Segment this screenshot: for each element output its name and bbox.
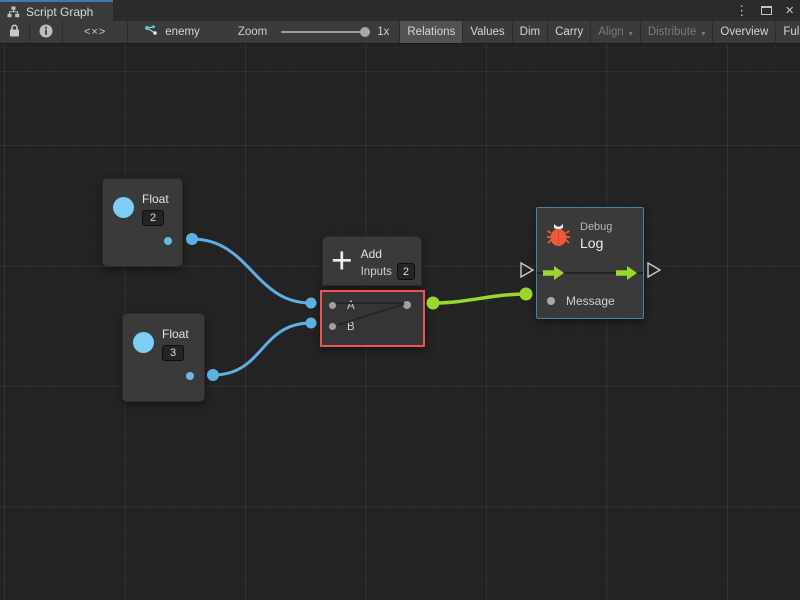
full-screen-button[interactable]: Full Screen (776, 21, 800, 43)
graph-name: enemy (165, 26, 200, 38)
align-button[interactable]: Align ▾ (591, 21, 641, 43)
flow-out-triangle-icon[interactable] (648, 263, 660, 277)
zoom-value: 1x (377, 26, 389, 38)
node-category: Debug (580, 221, 612, 233)
relations-button[interactable]: Relations (400, 21, 463, 43)
tab-strip: Script Graph ⋮ × (0, 0, 800, 21)
overview-button[interactable]: Overview (713, 21, 776, 43)
control-output-arrow-icon[interactable] (616, 266, 637, 285)
preview-code-button[interactable]: <×> (63, 21, 128, 43)
values-button[interactable]: Values (463, 21, 512, 43)
float-node-1[interactable]: Float 2 (102, 178, 183, 267)
graph-canvas[interactable]: Float 2 Float 3 + Add Input (0, 44, 800, 600)
float-node-2[interactable]: Float 3 (122, 313, 205, 402)
script-graph-window: Script Graph ⋮ × (0, 0, 800, 600)
dim-button[interactable]: Dim (513, 21, 548, 43)
input-port-b[interactable] (329, 323, 336, 330)
graph-reference[interactable]: enemy (128, 21, 212, 43)
chevron-down-icon: ▾ (701, 29, 705, 38)
graph-icon (144, 25, 158, 40)
values-button-label: Values (470, 26, 504, 38)
plus-icon: + (331, 242, 353, 285)
wire-float1-to-add-a[interactable] (192, 239, 311, 303)
debug-log-node[interactable]: Debug Log Message (536, 207, 644, 319)
lock-icon (9, 24, 20, 40)
node-title: Log (580, 235, 612, 251)
float-value-field[interactable]: 3 (162, 345, 184, 361)
kebab-menu-icon[interactable]: ⋮ (735, 0, 748, 21)
control-flow-row (537, 260, 643, 286)
zoom-slider[interactable] (281, 31, 369, 33)
float-type-icon (133, 332, 154, 353)
float-output-port[interactable] (186, 372, 194, 380)
carry-button[interactable]: Carry (548, 21, 591, 43)
distribute-button[interactable]: Distribute ▾ (641, 21, 714, 43)
graph-toolbar: <×> enemy Zoom 1x Relations (0, 21, 800, 44)
float-type-icon (113, 197, 134, 218)
close-icon[interactable]: × (785, 0, 794, 21)
add-output-port[interactable] (403, 301, 411, 309)
lock-button[interactable] (0, 21, 30, 43)
overview-button-label: Overview (720, 26, 768, 38)
message-input-port[interactable] (547, 297, 555, 305)
info-button[interactable] (30, 21, 63, 43)
node-title: Add (361, 242, 415, 261)
debug-node-head: Debug Log (537, 208, 643, 252)
tab-title: Script Graph (26, 5, 93, 19)
zoom-slider-handle[interactable] (360, 27, 370, 37)
graph-hierarchy-icon (7, 6, 20, 18)
float-value-field[interactable]: 2 (142, 210, 164, 226)
float-node-1-head: Float 2 (103, 179, 182, 226)
bug-icon (546, 221, 571, 252)
control-input-arrow-icon[interactable] (543, 266, 564, 285)
add-node-ports-selected[interactable]: A B (320, 290, 425, 347)
full-screen-button-label: Full Screen (783, 26, 800, 38)
tab-script-graph[interactable]: Script Graph (0, 0, 113, 21)
message-port-label: Message (566, 294, 615, 308)
zoom-control: Zoom 1x (238, 21, 400, 43)
node-title: Float (162, 327, 189, 341)
wire-float2-to-add-b[interactable] (213, 323, 311, 375)
input-port-a[interactable] (329, 302, 336, 309)
message-port-row: Message (537, 294, 643, 308)
align-button-label: Align (598, 26, 624, 38)
flow-in-triangle-icon[interactable] (521, 263, 533, 277)
node-title: Float (142, 192, 169, 206)
float-node-2-head: Float 3 (123, 314, 204, 361)
add-node[interactable]: + Add Inputs 2 (322, 236, 422, 286)
maximize-icon[interactable] (761, 6, 772, 15)
inputs-count-field[interactable]: 2 (397, 263, 415, 280)
add-inputs-row: Inputs 2 (361, 263, 415, 280)
code-icon: <×> (70, 26, 120, 38)
toolbar-button-group: Relations Values Dim Carry Align ▾ Distr… (399, 21, 800, 43)
distribute-button-label: Distribute (648, 26, 697, 38)
wire-add-to-debug-message[interactable] (433, 294, 526, 303)
float-output-port[interactable] (164, 237, 172, 245)
zoom-label: Zoom (238, 26, 267, 38)
carry-button-label: Carry (555, 26, 583, 38)
port-a-label: A (347, 300, 355, 312)
relations-button-label: Relations (407, 26, 455, 38)
port-b-label: B (347, 321, 355, 333)
window-controls: ⋮ × (735, 0, 794, 21)
inputs-label: Inputs (361, 266, 392, 278)
dim-button-label: Dim (520, 26, 540, 38)
port-row-b: B (322, 316, 423, 337)
chevron-down-icon: ▾ (629, 29, 633, 38)
info-icon (39, 24, 53, 41)
